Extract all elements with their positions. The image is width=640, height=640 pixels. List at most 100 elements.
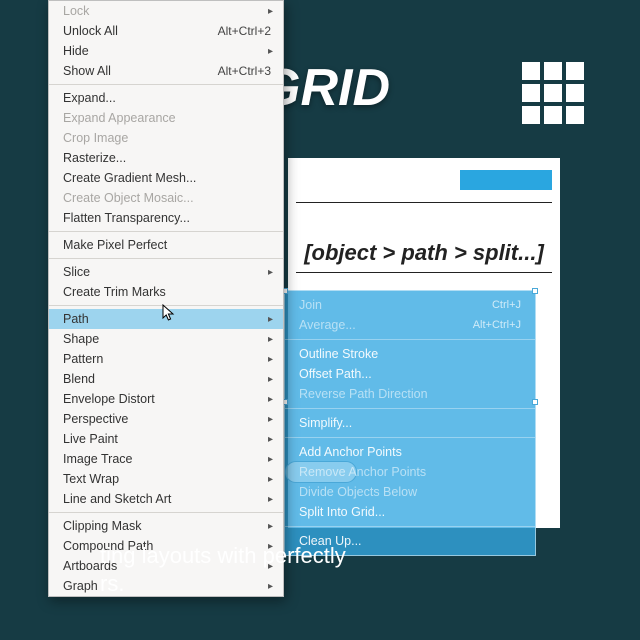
menu-item-shape[interactable]: Shape▸ bbox=[49, 329, 283, 349]
menu-item-label: Flatten Transparency... bbox=[63, 211, 271, 225]
menu-item-label: Clipping Mask bbox=[63, 519, 271, 533]
submenu-item-label: Average... bbox=[299, 318, 473, 332]
menu-item-label: Envelope Distort bbox=[63, 392, 271, 406]
menu-shortcut: Alt+Ctrl+2 bbox=[218, 24, 271, 38]
menu-separator bbox=[285, 437, 535, 438]
chevron-right-icon: ▸ bbox=[268, 6, 273, 17]
divider bbox=[296, 272, 552, 273]
menu-separator bbox=[49, 84, 283, 85]
menu-item-label: Create Trim Marks bbox=[63, 285, 271, 299]
divider bbox=[296, 202, 552, 203]
chevron-right-icon: ▸ bbox=[268, 521, 273, 532]
menu-separator bbox=[49, 258, 283, 259]
chevron-right-icon: ▸ bbox=[268, 374, 273, 385]
menu-item-crop-image: Crop Image bbox=[49, 128, 283, 148]
menu-item-show-all[interactable]: Show AllAlt+Ctrl+3 bbox=[49, 61, 283, 81]
menu-item-label: Text Wrap bbox=[63, 472, 271, 486]
menu-item-rasterize[interactable]: Rasterize... bbox=[49, 148, 283, 168]
menu-item-label: Make Pixel Perfect bbox=[63, 238, 271, 252]
submenu-item-divide-objects-below: Divide Objects Below bbox=[285, 482, 535, 502]
chevron-right-icon: ▸ bbox=[268, 434, 273, 445]
menu-separator bbox=[285, 526, 535, 527]
menu-item-label: Pattern bbox=[63, 352, 271, 366]
chevron-right-icon: ▸ bbox=[268, 474, 273, 485]
chevron-right-icon: ▸ bbox=[268, 454, 273, 465]
breadcrumb: [object > path > split...] bbox=[288, 240, 560, 266]
menu-item-label: Create Object Mosaic... bbox=[63, 191, 271, 205]
menu-item-label: Shape bbox=[63, 332, 271, 346]
selection-handle[interactable] bbox=[532, 288, 538, 294]
menu-item-expand[interactable]: Expand... bbox=[49, 88, 283, 108]
submenu-item-label: Remove Anchor Points bbox=[299, 465, 521, 479]
menu-item-label: Hide bbox=[63, 44, 271, 58]
menu-shortcut: Ctrl+J bbox=[492, 299, 521, 311]
submenu-item-label: Offset Path... bbox=[299, 367, 521, 381]
submenu-item-offset-path[interactable]: Offset Path... bbox=[285, 364, 535, 384]
menu-item-clipping-mask[interactable]: Clipping Mask▸ bbox=[49, 516, 283, 536]
menu-separator bbox=[285, 339, 535, 340]
submenu-item-add-anchor-points[interactable]: Add Anchor Points bbox=[285, 442, 535, 462]
menu-separator bbox=[49, 305, 283, 306]
menu-item-label: Image Trace bbox=[63, 452, 271, 466]
grid-icon bbox=[522, 62, 584, 124]
menu-item-flatten-transparency[interactable]: Flatten Transparency... bbox=[49, 208, 283, 228]
caption: ting layouts with perfectly rs. bbox=[100, 542, 346, 598]
submenu-item-split-into-grid[interactable]: Split Into Grid... bbox=[285, 502, 535, 522]
submenu-item-simplify[interactable]: Simplify... bbox=[285, 413, 535, 433]
menu-item-label: Expand... bbox=[63, 91, 271, 105]
menu-item-perspective[interactable]: Perspective▸ bbox=[49, 409, 283, 429]
submenu-item-label: Outline Stroke bbox=[299, 347, 521, 361]
path-submenu: JoinCtrl+J Average...Alt+Ctrl+J Outline St… bbox=[284, 290, 536, 556]
submenu-item-remove-anchor-points: Remove Anchor Points bbox=[285, 462, 535, 482]
menu-item-pattern[interactable]: Pattern▸ bbox=[49, 349, 283, 369]
menu-separator bbox=[49, 231, 283, 232]
menu-item-image-trace[interactable]: Image Trace▸ bbox=[49, 449, 283, 469]
menu-shortcut: Alt+Ctrl+3 bbox=[218, 64, 271, 78]
submenu-item-label: Join bbox=[299, 298, 492, 312]
menu-item-label: Create Gradient Mesh... bbox=[63, 171, 271, 185]
chevron-right-icon: ▸ bbox=[268, 46, 273, 57]
menu-separator bbox=[49, 512, 283, 513]
menu-item-live-paint[interactable]: Live Paint▸ bbox=[49, 429, 283, 449]
chevron-right-icon: ▸ bbox=[268, 494, 273, 505]
chevron-right-icon: ▸ bbox=[268, 414, 273, 425]
menu-item-hide[interactable]: Hide▸ bbox=[49, 41, 283, 61]
menu-shortcut: Alt+Ctrl+J bbox=[473, 319, 521, 331]
chevron-right-icon: ▸ bbox=[268, 334, 273, 345]
menu-item-create-object-mosaic: Create Object Mosaic... bbox=[49, 188, 283, 208]
artboard-tab bbox=[460, 170, 552, 190]
menu-item-label: Slice bbox=[63, 265, 271, 279]
menu-item-slice[interactable]: Slice▸ bbox=[49, 262, 283, 282]
menu-item-label: Unlock All bbox=[63, 24, 218, 38]
menu-item-lock: Lock▸ bbox=[49, 1, 283, 21]
menu-item-text-wrap[interactable]: Text Wrap▸ bbox=[49, 469, 283, 489]
menu-separator bbox=[285, 408, 535, 409]
menu-item-label: Line and Sketch Art bbox=[63, 492, 271, 506]
menu-item-create-trim-marks[interactable]: Create Trim Marks bbox=[49, 282, 283, 302]
menu-item-label: Blend bbox=[63, 372, 271, 386]
chevron-right-icon: ▸ bbox=[268, 394, 273, 405]
chevron-right-icon: ▸ bbox=[268, 314, 273, 325]
menu-item-label: Live Paint bbox=[63, 432, 271, 446]
menu-item-label: Perspective bbox=[63, 412, 271, 426]
submenu-item-label: Add Anchor Points bbox=[299, 445, 521, 459]
menu-item-label: Path bbox=[63, 312, 271, 326]
menu-item-line-and-sketch-art[interactable]: Line and Sketch Art▸ bbox=[49, 489, 283, 509]
menu-item-unlock-all[interactable]: Unlock AllAlt+Ctrl+2 bbox=[49, 21, 283, 41]
menu-item-path[interactable]: Path▸ bbox=[49, 309, 283, 329]
submenu-item-outline-stroke[interactable]: Outline Stroke bbox=[285, 344, 535, 364]
object-menu: Lock▸Unlock AllAlt+Ctrl+2Hide▸Show AllAl… bbox=[48, 0, 284, 597]
menu-item-label: Lock bbox=[63, 4, 271, 18]
menu-item-label: Show All bbox=[63, 64, 218, 78]
chevron-right-icon: ▸ bbox=[268, 354, 273, 365]
submenu-item-label: Simplify... bbox=[299, 416, 521, 430]
menu-item-envelope-distort[interactable]: Envelope Distort▸ bbox=[49, 389, 283, 409]
menu-item-label: Expand Appearance bbox=[63, 111, 271, 125]
menu-item-create-gradient-mesh[interactable]: Create Gradient Mesh... bbox=[49, 168, 283, 188]
menu-item-make-pixel-perfect[interactable]: Make Pixel Perfect bbox=[49, 235, 283, 255]
submenu-item-label: Split Into Grid... bbox=[299, 505, 521, 519]
submenu-item-reverse-path-direction: Reverse Path Direction bbox=[285, 384, 535, 404]
chevron-right-icon: ▸ bbox=[268, 267, 273, 278]
submenu-item-join: JoinCtrl+J bbox=[285, 295, 535, 315]
menu-item-blend[interactable]: Blend▸ bbox=[49, 369, 283, 389]
